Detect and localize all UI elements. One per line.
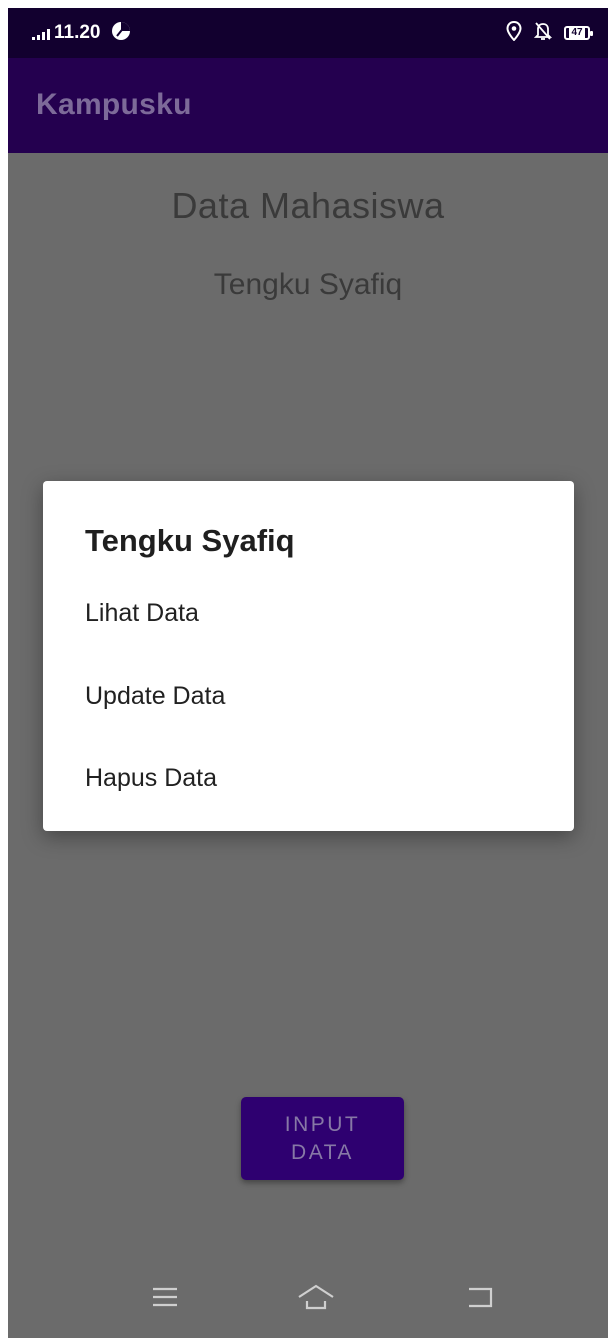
status-time: 11.20 — [54, 22, 101, 43]
battery-icon: 47 — [564, 26, 593, 40]
home-icon[interactable] — [296, 1282, 336, 1317]
dialog-title: Tengku Syafiq — [85, 523, 295, 558]
view-data-option[interactable]: Lihat Data — [43, 578, 574, 648]
app-notification-icon — [111, 21, 131, 46]
status-right: 47 — [506, 20, 593, 46]
app-title: Kampusku — [36, 88, 192, 121]
app-bar: Kampusku — [8, 58, 608, 153]
status-bar: 11.20 47 — [8, 8, 608, 58]
input-data-button[interactable]: INPUT DATA — [241, 1097, 404, 1180]
student-name: Tengku Syafiq — [213, 268, 403, 301]
page-title: Data Mahasiswa — [171, 185, 445, 226]
input-data-button-label: INPUT DATA — [284, 1112, 361, 1164]
status-left: 11.20 — [32, 21, 131, 46]
battery-level: 47 — [569, 27, 585, 38]
options-dialog: Tengku Syafiq Lihat Data Update Data Hap… — [43, 481, 574, 831]
delete-data-option[interactable]: Hapus Data — [43, 743, 574, 813]
navigation-bar — [8, 1268, 608, 1338]
update-data-option[interactable]: Update Data — [43, 661, 574, 731]
location-icon — [506, 20, 522, 46]
mute-icon — [533, 21, 553, 46]
signal-icon — [32, 26, 50, 40]
menu-icon[interactable] — [150, 1282, 180, 1317]
back-icon[interactable] — [463, 1282, 497, 1317]
